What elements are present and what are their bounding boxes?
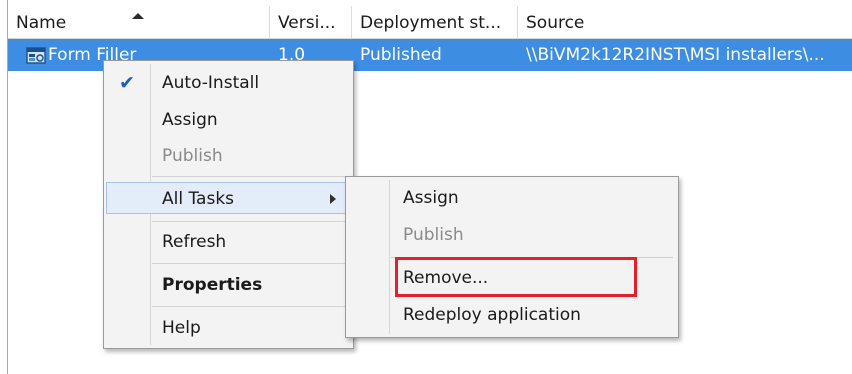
menu-item-refresh[interactable]: Refresh: [106, 226, 350, 258]
column-header-deployment-label: Deployment st...: [360, 13, 502, 33]
menu-item-assign-label: Assign: [162, 110, 218, 130]
column-header-version-label: Versi...: [278, 13, 336, 33]
cell-deployment-state: Published: [360, 45, 442, 65]
menu-separator: [152, 221, 348, 222]
submenu-arrow-icon: [330, 194, 336, 204]
menu-item-publish: Publish: [106, 140, 350, 172]
menu-item-all-tasks-label: All Tasks: [162, 189, 235, 209]
submenu-item-assign[interactable]: Assign: [348, 182, 675, 214]
column-header-name-label: Name: [16, 13, 67, 33]
sort-ascending-icon: [132, 13, 144, 19]
menu-item-properties-label: Properties: [162, 275, 263, 295]
checkmark-icon: ✔: [119, 72, 135, 94]
menu-item-publish-label: Publish: [162, 146, 223, 166]
highlight-box-remove: [395, 257, 637, 297]
menu-item-auto-install[interactable]: ✔ Auto-Install: [106, 67, 350, 99]
submenu-item-publish: Publish: [348, 219, 675, 251]
menu-item-auto-install-label: Auto-Install: [162, 73, 260, 93]
context-menu: ✔ Auto-Install Assign Publish All Tasks …: [103, 60, 354, 349]
column-header-version[interactable]: Versi...: [270, 6, 352, 38]
column-header-deployment-state[interactable]: Deployment st...: [352, 6, 518, 38]
column-header-source[interactable]: Source: [518, 6, 852, 38]
menu-item-help[interactable]: Help: [106, 312, 350, 344]
menu-separator: [152, 176, 348, 177]
submenu-item-publish-label: Publish: [403, 225, 464, 245]
column-header-name[interactable]: Name: [8, 6, 270, 38]
menu-item-refresh-label: Refresh: [162, 232, 227, 252]
menu-item-all-tasks[interactable]: All Tasks: [106, 182, 349, 214]
menu-item-help-label: Help: [162, 318, 201, 338]
cell-source: \\BiVM2k12R2INST\MSI installers\...: [526, 45, 825, 65]
list-header: Name Versi... Deployment st... Source: [8, 6, 852, 39]
menu-separator: [152, 263, 348, 264]
menu-item-assign[interactable]: Assign: [106, 104, 350, 136]
submenu-item-redeploy-label: Redeploy application: [403, 305, 581, 325]
submenu-item-assign-label: Assign: [403, 188, 459, 208]
submenu-item-redeploy-application[interactable]: Redeploy application: [348, 299, 675, 331]
column-header-source-label: Source: [526, 13, 585, 33]
application-package-icon: [26, 47, 46, 64]
menu-separator: [152, 306, 348, 307]
menu-item-properties[interactable]: Properties: [106, 269, 350, 301]
